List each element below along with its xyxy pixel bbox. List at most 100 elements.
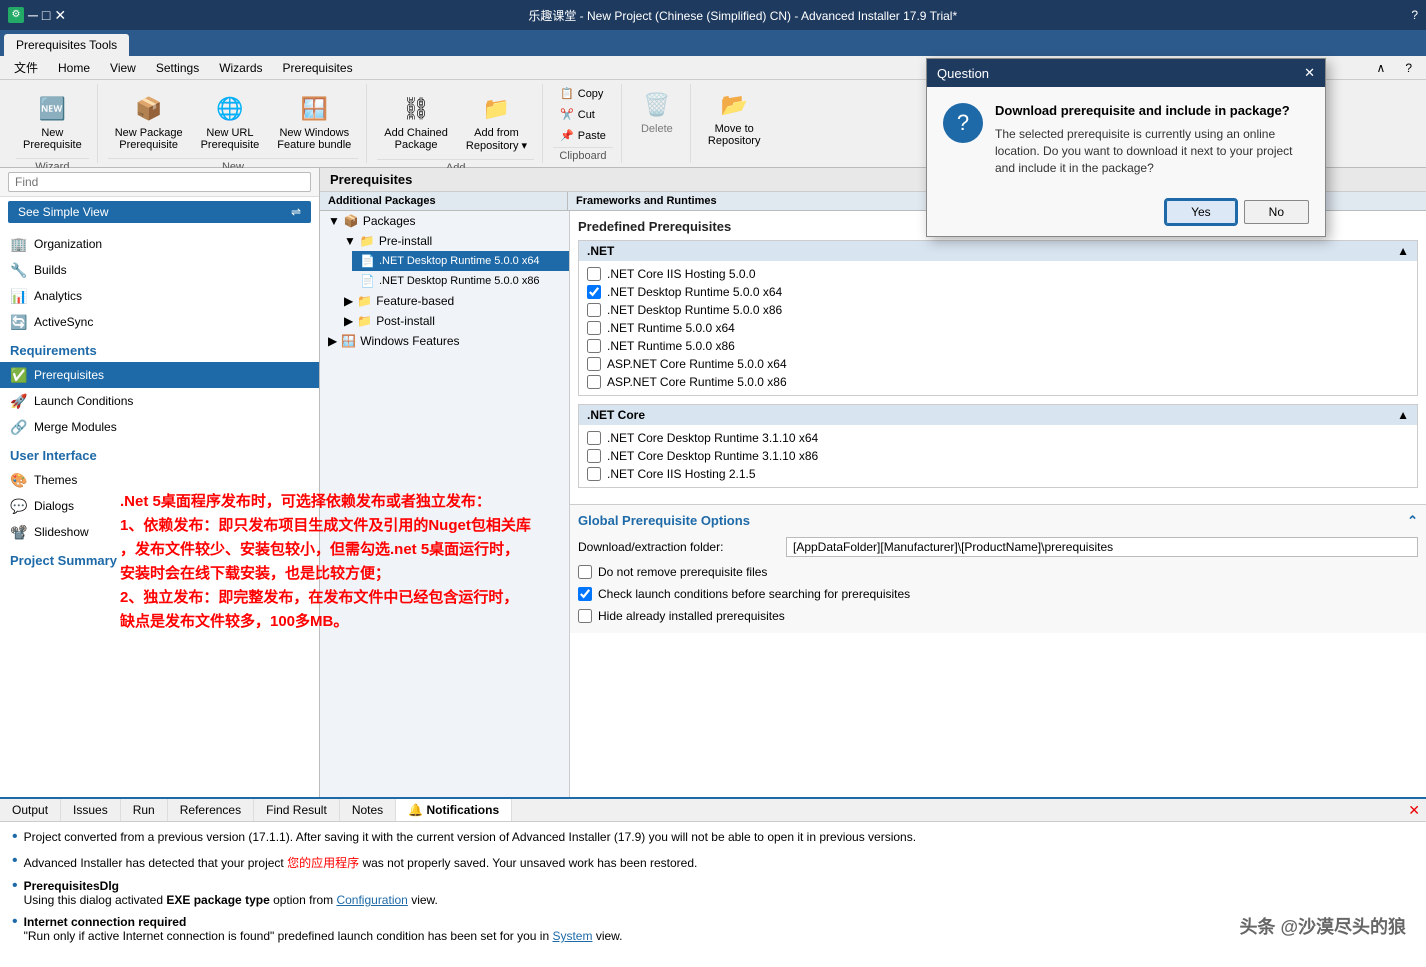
check-desktop-x64[interactable]: [587, 285, 601, 299]
global-options-collapse[interactable]: ⌃: [1407, 513, 1418, 529]
add-from-repository-button[interactable]: 📁 Add fromRepository ▾: [459, 88, 534, 157]
tree-dotnet-x64[interactable]: 📄 .NET Desktop Runtime 5.0.0 x64: [352, 251, 569, 271]
tab-run[interactable]: Run: [121, 799, 168, 821]
tab-notifications[interactable]: 🔔 Notifications: [396, 799, 512, 821]
dialog-close-button[interactable]: ✕: [1304, 65, 1315, 81]
label-no-remove: Do not remove prerequisite files: [598, 565, 767, 579]
dotnet-group-label: .NET: [587, 244, 614, 258]
new-windows-feature-button[interactable]: 🪟 New WindowsFeature bundle: [270, 88, 358, 156]
tree-dotnet-x86[interactable]: 📄 .NET Desktop Runtime 5.0.0 x86: [352, 271, 569, 291]
dialogs-icon: 💬: [10, 497, 28, 515]
check-core-iis[interactable]: [587, 467, 601, 481]
checkbox-check-launch: Check launch conditions before searching…: [578, 585, 1418, 603]
move-to-repository-button[interactable]: 📂 Move toRepository: [701, 84, 768, 152]
nav-slideshow[interactable]: 📽️ Slideshow: [0, 519, 319, 545]
checkbox-no-remove: Do not remove prerequisite files: [578, 563, 1418, 581]
nav-organization[interactable]: 🏢 Organization: [0, 231, 319, 257]
configuration-link[interactable]: Configuration: [336, 893, 407, 907]
chain-icon: ⛓: [400, 93, 432, 125]
nav-builds[interactable]: 🔧 Builds: [0, 257, 319, 283]
help-icon[interactable]: ?: [1411, 8, 1418, 22]
tab-notes[interactable]: Notes: [340, 799, 396, 821]
nav-merge-modules-label: Merge Modules: [34, 420, 117, 434]
cut-button[interactable]: ✂️ Cut: [553, 105, 613, 124]
system-link[interactable]: System: [552, 929, 592, 943]
organization-icon: 🏢: [10, 235, 28, 253]
dialog-no-button[interactable]: No: [1244, 200, 1309, 224]
package-icon: 📦: [133, 93, 165, 125]
restore-icon[interactable]: □: [42, 7, 50, 24]
add-chained-package-button[interactable]: ⛓ Add ChainedPackage: [377, 88, 455, 156]
check-iis-5[interactable]: [587, 267, 601, 281]
clipboard-section-label: Clipboard: [553, 147, 613, 164]
windows-features-label: Windows Features: [360, 334, 459, 348]
nav-merge-modules[interactable]: 🔗 Merge Modules: [0, 414, 319, 440]
check-hide-installed[interactable]: [578, 609, 592, 623]
tree-post-install[interactable]: ▶ 📁 Post-install: [336, 311, 569, 331]
folder-input[interactable]: [786, 537, 1418, 557]
checkbox-runtime-x64: .NET Runtime 5.0.0 x64: [587, 319, 1409, 337]
nav-prerequisites[interactable]: ✅ Prerequisites: [0, 362, 319, 388]
new-prerequisite-button[interactable]: 🆕 NewPrerequisite: [16, 88, 89, 156]
close-icon[interactable]: ✕: [54, 7, 66, 24]
check-runtime-x64[interactable]: [587, 321, 601, 335]
menu-file[interactable]: 文件: [4, 57, 48, 78]
check-asp-x86[interactable]: [587, 375, 601, 389]
global-options: Global Prerequisite Options ⌃ Download/e…: [570, 504, 1426, 633]
bottom-panel-close[interactable]: ✕: [1402, 800, 1426, 821]
tree-pre-install[interactable]: ▼ 📁 Pre-install: [336, 231, 569, 251]
requirements-header: Requirements: [0, 335, 319, 362]
menu-prerequisites[interactable]: Prerequisites: [273, 59, 363, 77]
copy-button[interactable]: 📋 Copy: [553, 84, 613, 103]
delete-button[interactable]: 🗑️ Delete: [632, 84, 682, 140]
minimize-icon[interactable]: ─: [28, 7, 38, 24]
tab-references[interactable]: References: [168, 799, 254, 821]
tree-feature-based[interactable]: ▶ 📁 Feature-based: [336, 291, 569, 311]
nav-analytics[interactable]: 📊 Analytics: [0, 283, 319, 309]
check-check-launch[interactable]: [578, 587, 592, 601]
nav-dialogs[interactable]: 💬 Dialogs: [0, 493, 319, 519]
tab-prerequisites-tools[interactable]: Prerequisites Tools: [4, 34, 129, 56]
nav-activesync[interactable]: 🔄 ActiveSync: [0, 309, 319, 335]
menu-settings[interactable]: Settings: [146, 59, 209, 77]
dotnet-core-collapse-icon[interactable]: ▲: [1397, 408, 1409, 422]
check-no-remove[interactable]: [578, 565, 592, 579]
dialog-title-bar: Question ✕: [927, 59, 1325, 87]
paste-icon: 📌: [560, 129, 574, 142]
simple-view-icon: ⇌: [291, 205, 301, 219]
new-url-prereq-button[interactable]: 🌐 New URLPrerequisite: [194, 88, 267, 156]
tab-issues[interactable]: Issues: [61, 799, 121, 821]
label-desktop-x64: .NET Desktop Runtime 5.0.0 x64: [607, 285, 782, 299]
tab-find-result[interactable]: Find Result: [254, 799, 340, 821]
check-runtime-x86[interactable]: [587, 339, 601, 353]
check-asp-x64[interactable]: [587, 357, 601, 371]
search-input[interactable]: [8, 172, 311, 192]
title-controls: ?: [1411, 8, 1418, 22]
dialog-yes-button[interactable]: Yes: [1166, 200, 1236, 224]
new-package-prereq-button[interactable]: 📦 New PackagePrerequisite: [108, 88, 190, 156]
move-repo-icon: 📂: [718, 89, 750, 121]
tree-packages[interactable]: ▼ 📦 Packages: [320, 211, 569, 231]
expand-icon[interactable]: ∧: [1367, 59, 1396, 77]
nav-launch-conditions[interactable]: 🚀 Launch Conditions: [0, 388, 319, 414]
dialog-box[interactable]: Question ✕ ? Download prerequisite and i…: [926, 58, 1326, 237]
check-core-desktop-x86[interactable]: [587, 449, 601, 463]
question-icon[interactable]: ?: [1395, 59, 1422, 77]
menu-view[interactable]: View: [100, 59, 146, 77]
nav-prerequisites-label: Prerequisites: [34, 368, 104, 382]
nav-themes[interactable]: 🎨 Themes: [0, 467, 319, 493]
paste-button[interactable]: 📌 Paste: [553, 126, 613, 145]
label-iis-5: .NET Core IIS Hosting 5.0.0: [607, 267, 756, 281]
check-core-desktop-x64[interactable]: [587, 431, 601, 445]
tab-output[interactable]: Output: [0, 799, 61, 821]
dotnet-core-group-content: .NET Core Desktop Runtime 3.1.10 x64 .NE…: [579, 425, 1417, 487]
simple-view-button[interactable]: See Simple View ⇌: [8, 201, 311, 223]
menu-wizards[interactable]: Wizards: [209, 59, 272, 77]
menu-home[interactable]: Home: [48, 59, 100, 77]
user-interface-header: User Interface: [0, 440, 319, 467]
check-desktop-x86[interactable]: [587, 303, 601, 317]
dotnet-collapse-icon[interactable]: ▲: [1397, 244, 1409, 258]
ribbon-new-section: 📦 New PackagePrerequisite 🌐 New URLPrere…: [100, 84, 368, 163]
checkbox-core-iis: .NET Core IIS Hosting 2.1.5: [587, 465, 1409, 483]
tree-windows-features[interactable]: ▶ 🪟 Windows Features: [320, 331, 569, 351]
